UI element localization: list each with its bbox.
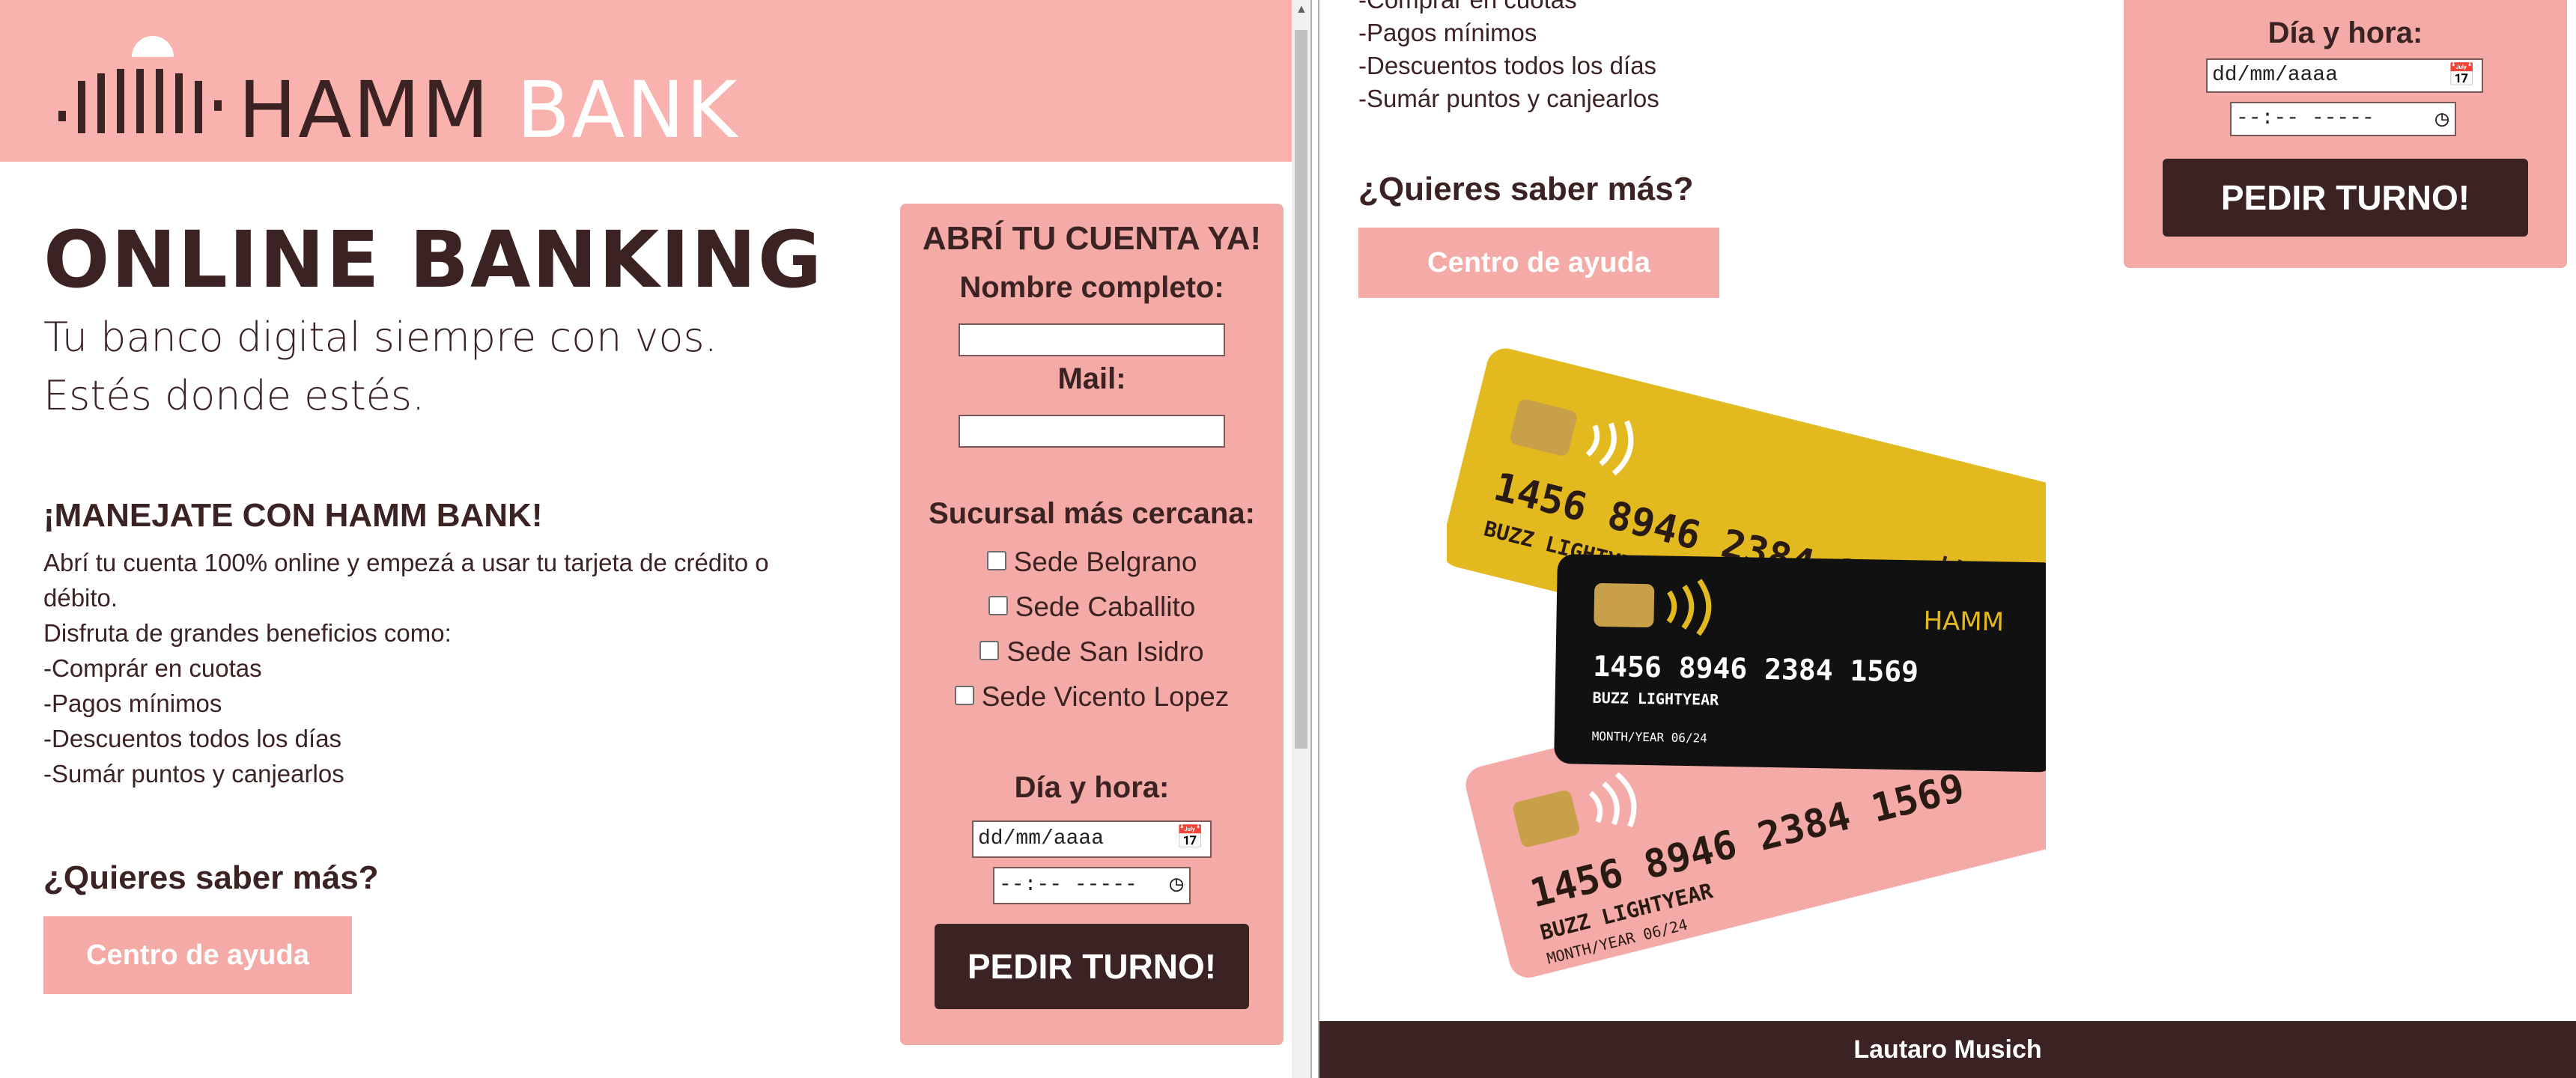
time-placeholder: --:-- ----- — [999, 874, 1137, 897]
email-field[interactable] — [959, 415, 1225, 448]
date-placeholder: dd/mm/aaaa — [978, 827, 1105, 850]
scroll-up-icon[interactable]: ▲ — [1295, 3, 1307, 16]
window-divider[interactable] — [1310, 0, 1319, 1078]
branch-option-label: Sede San Isidro — [1006, 636, 1204, 667]
card-holder: BUZZ LIGHTYEAR — [1592, 689, 1719, 709]
promo-body: Abrí tu cuenta 100% online y empezá a us… — [43, 545, 830, 791]
branch-option[interactable]: Sede San Isidro — [900, 636, 1284, 668]
name-label: Nombre completo: — [959, 271, 1224, 304]
form-title: ABRÍ TU CUENTA YA! — [922, 220, 1262, 257]
brand-wordmark[interactable]: HAMM BANK — [238, 64, 738, 156]
promo-line: Disfruta de grandes beneficios como: — [43, 619, 452, 647]
clock-icon[interactable]: ◷ — [1170, 874, 1183, 897]
open-account-form: ABRÍ TU CUENTA YA! Nombre completo: Mail… — [900, 204, 1284, 1045]
promo-line: -Sumár puntos y canjearlos — [1358, 85, 1659, 112]
promo-line: -Descuentos todos los días — [1358, 52, 1657, 79]
promo-line: -Sumár puntos y canjearlos — [43, 760, 344, 788]
scrollbar-thumb[interactable] — [1295, 30, 1307, 749]
branch-option-label: Sede Belgrano — [1013, 546, 1197, 577]
promo-line: -Pagos mínimos — [43, 689, 222, 717]
black-card: 1456 8946 2384 1569 BUZZ LIGHTYEAR MONTH… — [1554, 554, 2046, 773]
request-appointment-button[interactable]: PEDIR TURNO! — [2163, 159, 2528, 237]
time-input[interactable]: --:-- ----- ◷ — [993, 867, 1191, 904]
promo-line: Abrí tu cuenta 100% online y empezá a us… — [43, 549, 769, 612]
card-brand: HAMM — [1923, 606, 2004, 638]
site-header: HAMM BANK — [0, 0, 1292, 162]
date-placeholder: dd/mm/aaaa — [2212, 64, 2339, 87]
appointment-form: Día y hora: dd/mm/aaaa 📅 --:-- ----- ◷ P… — [2124, 0, 2567, 268]
credit-cards-image: 1456 8946 2384 1569 BUZZ LIGHTYEAR HAMM … — [1447, 348, 2046, 978]
left-browser-window: HAMM BANK ONLINE BANKING Tu banco digita… — [0, 0, 1310, 1078]
time-placeholder: --:-- ----- — [2236, 107, 2375, 130]
time-input[interactable]: --:-- ----- ◷ — [2230, 102, 2456, 136]
clock-icon[interactable]: ◷ — [2435, 109, 2449, 132]
promo-line: -Comprár en cuotas — [43, 654, 262, 682]
hero-subtitle: Tu banco digital siempre con vos. Estés … — [43, 314, 717, 419]
card-number: 1456 8946 2384 1569 — [1593, 650, 1919, 689]
help-center-button[interactable]: Centro de ayuda — [43, 916, 352, 994]
promo-title: ¡MANEJATE CON HAMM BANK! — [43, 497, 543, 534]
date-input[interactable]: dd/mm/aaaa 📅 — [972, 820, 1212, 858]
calendar-icon[interactable]: 📅 — [1176, 828, 1204, 850]
promo-line: -Pagos mínimos — [1358, 19, 1537, 46]
name-field[interactable] — [959, 323, 1225, 356]
more-info-title: ¿Quieres saber más? — [1358, 171, 1694, 207]
help-center-button[interactable]: Centro de ayuda — [1358, 228, 1719, 298]
branch-checkbox[interactable] — [979, 641, 1000, 661]
branch-option-label: Sede Caballito — [1015, 591, 1196, 622]
date-input[interactable]: dd/mm/aaaa 📅 — [2206, 58, 2483, 93]
calendar-icon[interactable]: 📅 — [2448, 66, 2476, 88]
mail-label: Mail: — [1057, 362, 1126, 395]
brand-name-light: BANK — [516, 64, 739, 156]
promo-body: -Comprár en cuotas -Pagos mínimos -Descu… — [1358, 0, 2032, 115]
card-expiry: MONTH/YEAR 06/24 — [1592, 729, 1707, 746]
branch-option[interactable]: Sede Belgrano — [900, 546, 1284, 578]
branch-checkbox[interactable] — [986, 551, 1006, 571]
branch-label: Sucursal más cercana: — [929, 497, 1255, 530]
branch-checkbox[interactable] — [954, 686, 974, 706]
promo-line: -Comprár en cuotas — [1358, 0, 2032, 16]
branch-option-label: Sede Vicento Lopez — [981, 681, 1230, 712]
request-appointment-button[interactable]: PEDIR TURNO! — [935, 924, 1249, 1009]
datetime-label: Día y hora: — [1014, 771, 1170, 804]
branch-checkbox[interactable] — [988, 596, 1008, 616]
hero-title: ONLINE BANKING — [43, 214, 824, 305]
vertical-scrollbar[interactable]: ▲ — [1292, 0, 1310, 1078]
site-footer: Lautaro Musich — [1319, 1021, 2576, 1078]
footer-author: Lautaro Musich — [1853, 1035, 2042, 1064]
right-browser-window: -Comprár en cuotas -Pagos mínimos -Descu… — [1319, 0, 2576, 1078]
promo-line: -Descuentos todos los días — [43, 725, 342, 752]
more-info-title: ¿Quieres saber más? — [43, 859, 379, 896]
datetime-label: Día y hora: — [2267, 16, 2423, 49]
branch-option[interactable]: Sede Caballito — [900, 591, 1284, 623]
brand-name-dark: HAMM — [238, 64, 490, 156]
branch-option[interactable]: Sede Vicento Lopez — [900, 681, 1284, 713]
